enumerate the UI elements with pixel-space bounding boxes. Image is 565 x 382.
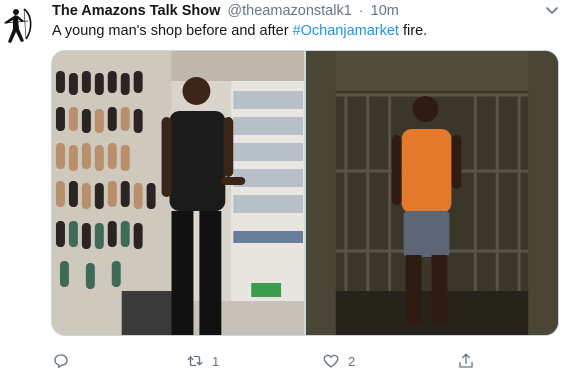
like-count: 2 (348, 353, 356, 369)
tweet-actions: 1 2 (52, 350, 492, 372)
media-grid (51, 50, 559, 336)
tweet-card[interactable]: The Amazons Talk Show @theamazonstalk1 ·… (0, 0, 565, 382)
tweet-text: A young man's shop before and after #Och… (52, 22, 427, 40)
timestamp[interactable]: 10m (371, 3, 399, 19)
avatar[interactable] (2, 3, 36, 51)
shop-after-fire-photo (306, 51, 558, 335)
photo-before[interactable] (52, 51, 304, 335)
archer-logo-icon (3, 8, 32, 43)
hashtag-link[interactable]: #Ochanjamarket (293, 23, 399, 39)
heart-icon (323, 354, 339, 368)
more-options-button[interactable] (545, 4, 559, 16)
retweet-count: 1 (212, 353, 220, 369)
share-icon (459, 353, 473, 368)
share-button[interactable] (457, 350, 475, 372)
author-handle[interactable]: @theamazonstalk1 (227, 3, 351, 19)
chevron-down-icon (546, 7, 558, 14)
tweet-text-start: A young man's shop before and after (52, 23, 293, 39)
shop-before-photo (52, 51, 304, 335)
reply-button[interactable] (52, 350, 78, 372)
separator-dot: · (358, 3, 364, 19)
tweet-header: The Amazons Talk Show @theamazonstalk1 ·… (52, 2, 535, 20)
tweet-text-end: fire. (398, 23, 428, 39)
like-button[interactable]: 2 (322, 350, 355, 372)
retweet-icon (187, 355, 203, 367)
reply-icon (54, 354, 68, 369)
photo-after[interactable] (306, 51, 558, 335)
retweet-button[interactable]: 1 (186, 350, 219, 372)
author-name[interactable]: The Amazons Talk Show (52, 3, 220, 19)
